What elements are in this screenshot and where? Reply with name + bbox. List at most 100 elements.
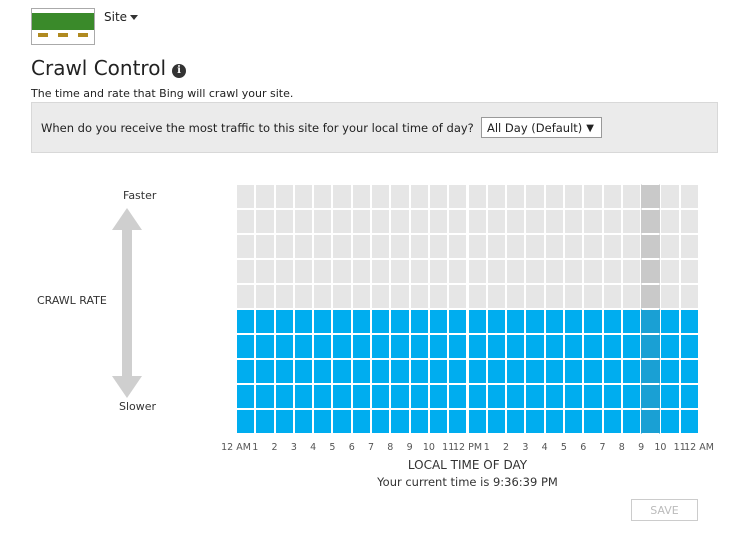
grid-cell[interactable]	[660, 409, 680, 434]
grid-cell[interactable]	[236, 409, 256, 434]
grid-cell[interactable]	[390, 309, 410, 334]
grid-cell[interactable]	[236, 234, 256, 259]
grid-cell[interactable]	[563, 209, 584, 234]
grid-cell[interactable]	[236, 209, 256, 234]
grid-cell[interactable]	[506, 234, 526, 259]
grid-cell[interactable]	[506, 359, 526, 384]
grid-cell[interactable]	[351, 384, 372, 409]
grid-cell[interactable]	[679, 309, 699, 334]
grid-cell[interactable]	[660, 334, 680, 359]
grid-cell[interactable]	[236, 334, 256, 359]
crawl-rate-grid[interactable]	[236, 184, 699, 434]
grid-cell[interactable]	[544, 234, 564, 259]
grid-cell[interactable]	[679, 359, 699, 384]
grid-cell[interactable]	[293, 409, 314, 434]
grid-cell[interactable]	[679, 384, 699, 409]
grid-cell[interactable]	[641, 384, 661, 409]
grid-cell[interactable]	[255, 334, 275, 359]
grid-cell[interactable]	[467, 184, 487, 209]
grid-cell[interactable]	[525, 359, 545, 384]
grid-cell[interactable]	[236, 384, 256, 409]
grid-cell[interactable]	[313, 209, 333, 234]
grid-cell[interactable]	[660, 309, 680, 334]
grid-cell[interactable]	[236, 309, 256, 334]
grid-cell[interactable]	[409, 334, 429, 359]
grid-cell[interactable]	[563, 184, 584, 209]
info-icon[interactable]: i	[172, 64, 187, 78]
grid-cell[interactable]	[621, 384, 642, 409]
traffic-select[interactable]: All Day (Default) ▼	[481, 117, 602, 138]
grid-cell[interactable]	[390, 209, 410, 234]
grid-cell[interactable]	[544, 284, 564, 309]
grid-cell[interactable]	[313, 284, 333, 309]
grid-cell[interactable]	[255, 359, 275, 384]
grid-cell[interactable]	[563, 384, 584, 409]
grid-cell[interactable]	[390, 259, 410, 284]
grid-cell[interactable]	[371, 334, 391, 359]
grid-cell[interactable]	[563, 334, 584, 359]
grid-cell[interactable]	[679, 184, 699, 209]
grid-cell[interactable]	[390, 409, 410, 434]
grid-cell[interactable]	[679, 234, 699, 259]
grid-cell[interactable]	[313, 409, 333, 434]
grid-cell[interactable]	[255, 384, 275, 409]
grid-cell[interactable]	[448, 284, 468, 309]
grid-cell[interactable]	[660, 184, 680, 209]
grid-cell[interactable]	[255, 309, 275, 334]
grid-cell[interactable]	[506, 334, 526, 359]
grid-cell[interactable]	[255, 409, 275, 434]
grid-cell[interactable]	[679, 284, 699, 309]
grid-cell[interactable]	[428, 284, 449, 309]
grid-cell[interactable]	[525, 234, 545, 259]
grid-cell[interactable]	[409, 234, 429, 259]
grid-cell[interactable]	[544, 409, 564, 434]
grid-cell[interactable]	[371, 309, 391, 334]
grid-cell[interactable]	[428, 259, 449, 284]
grid-cell[interactable]	[525, 384, 545, 409]
grid-cell[interactable]	[602, 409, 622, 434]
grid-cell[interactable]	[486, 209, 507, 234]
grid-cell[interactable]	[506, 184, 526, 209]
grid-cell[interactable]	[409, 384, 429, 409]
grid-cell[interactable]	[583, 309, 603, 334]
grid-cell[interactable]	[679, 334, 699, 359]
grid-cell[interactable]	[371, 284, 391, 309]
grid-cell[interactable]	[428, 209, 449, 234]
grid-cell[interactable]	[679, 209, 699, 234]
grid-cell[interactable]	[563, 234, 584, 259]
grid-cell[interactable]	[506, 309, 526, 334]
grid-cell[interactable]	[583, 234, 603, 259]
grid-cell[interactable]	[602, 284, 622, 309]
grid-cell[interactable]	[255, 259, 275, 284]
grid-cell[interactable]	[525, 209, 545, 234]
grid-cell[interactable]	[428, 234, 449, 259]
grid-cell[interactable]	[409, 409, 429, 434]
grid-cell[interactable]	[602, 234, 622, 259]
site-thumbnail[interactable]	[31, 8, 95, 45]
grid-cell[interactable]	[544, 309, 564, 334]
grid-cell[interactable]	[583, 359, 603, 384]
grid-cell[interactable]	[332, 334, 352, 359]
grid-cell[interactable]	[332, 384, 352, 409]
grid-cell[interactable]	[506, 209, 526, 234]
grid-cell[interactable]	[486, 384, 507, 409]
grid-cell[interactable]	[371, 259, 391, 284]
grid-cell[interactable]	[641, 334, 661, 359]
grid-cell[interactable]	[274, 409, 294, 434]
grid-cell[interactable]	[371, 409, 391, 434]
grid-cell[interactable]	[467, 309, 487, 334]
grid-cell[interactable]	[525, 334, 545, 359]
grid-cell[interactable]	[602, 384, 622, 409]
grid-cell[interactable]	[351, 184, 372, 209]
grid-cell[interactable]	[563, 284, 584, 309]
grid-cell[interactable]	[274, 334, 294, 359]
grid-cell[interactable]	[448, 309, 468, 334]
grid-cell[interactable]	[583, 209, 603, 234]
grid-cell[interactable]	[583, 409, 603, 434]
grid-cell[interactable]	[274, 184, 294, 209]
grid-cell[interactable]	[563, 309, 584, 334]
grid-cell[interactable]	[525, 284, 545, 309]
grid-cell[interactable]	[486, 334, 507, 359]
grid-cell[interactable]	[255, 284, 275, 309]
grid-cell[interactable]	[274, 209, 294, 234]
